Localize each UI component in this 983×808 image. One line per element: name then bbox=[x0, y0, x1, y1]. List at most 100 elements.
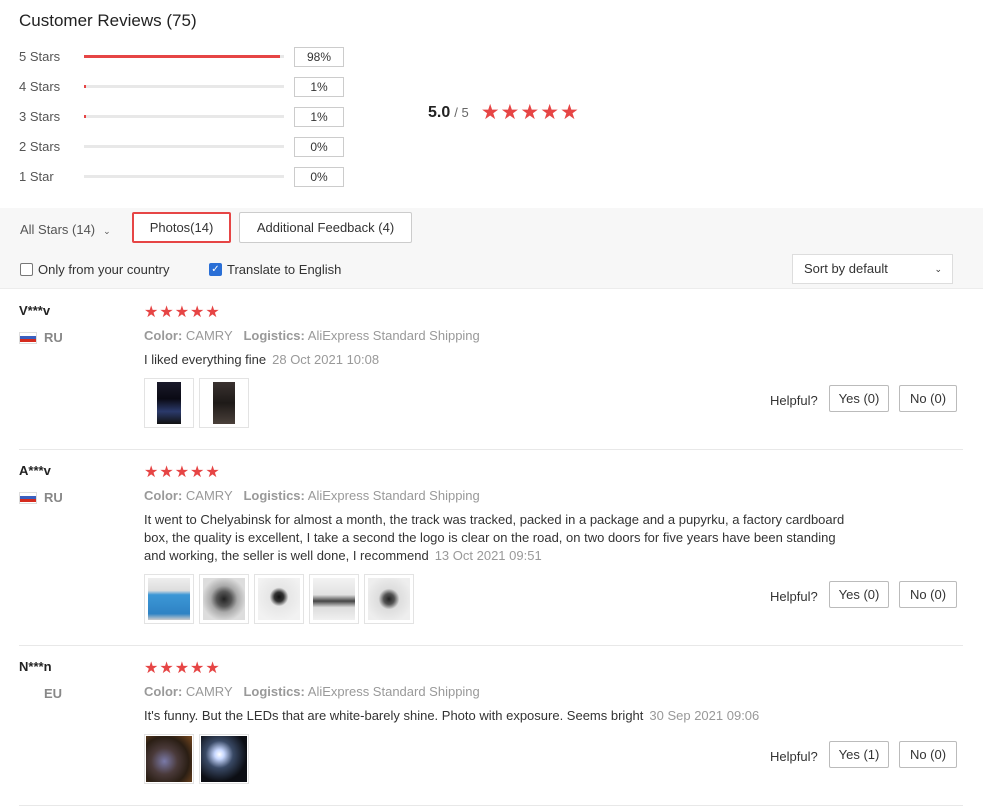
reviewer-name: A***v bbox=[19, 463, 51, 478]
rating-bar bbox=[84, 55, 284, 58]
helpful-label: Helpful? bbox=[770, 393, 818, 408]
helpful-yes-button[interactable]: Yes (0) bbox=[829, 385, 889, 412]
star-icon: ★ bbox=[144, 464, 159, 481]
rating-bar-fill bbox=[84, 55, 280, 58]
sort-label: Sort by default bbox=[804, 261, 888, 276]
helpful-no-button[interactable]: No (0) bbox=[899, 385, 957, 412]
helpful-no-button[interactable]: No (0) bbox=[899, 741, 957, 768]
star-icon: ★ bbox=[159, 660, 174, 677]
rating-row-4-stars[interactable]: 4 Stars 1% bbox=[19, 77, 359, 97]
translate-checkbox[interactable]: ✓ Translate to English bbox=[209, 262, 341, 277]
reviewer-country: RU bbox=[19, 330, 63, 345]
rating-label: 4 Stars bbox=[19, 79, 61, 94]
rating-percent: 1% bbox=[294, 107, 344, 127]
rating-bar bbox=[84, 145, 284, 148]
review-meta: Color: CAMRY Logistics: AliExpress Stand… bbox=[144, 328, 480, 343]
photos-filter-button[interactable]: Photos(14) bbox=[132, 212, 231, 243]
review-photo-thumbnail[interactable] bbox=[144, 574, 194, 624]
color-value: CAMRY bbox=[185, 684, 233, 699]
review-stars: ★★★★★ bbox=[144, 302, 221, 322]
star-icon: ★ bbox=[540, 101, 560, 124]
helpful-no-button[interactable]: No (0) bbox=[899, 581, 957, 608]
star-icon: ★ bbox=[174, 464, 190, 481]
helpful-label: Helpful? bbox=[770, 589, 818, 604]
average-stars: ★★★★★ bbox=[481, 100, 580, 125]
helpful-yes-button[interactable]: Yes (0) bbox=[829, 581, 889, 608]
review-text: It's funny. But the LEDs that are white-… bbox=[144, 707, 854, 725]
review-body: I liked everything fine bbox=[144, 352, 267, 367]
rating-percent: 0% bbox=[294, 167, 344, 187]
review-photos bbox=[144, 378, 254, 428]
star-icon: ★ bbox=[560, 101, 579, 124]
reviewer-country: RU bbox=[19, 490, 63, 505]
review-photo-thumbnail[interactable] bbox=[254, 574, 304, 624]
sort-dropdown[interactable]: Sort by default ⌄ bbox=[792, 254, 953, 284]
review-photo-thumbnail[interactable] bbox=[199, 574, 249, 624]
review-photo-thumbnail[interactable] bbox=[199, 734, 249, 784]
rating-bar-fill bbox=[84, 85, 86, 88]
russia-flag-icon bbox=[19, 491, 37, 504]
logistics-label: Logistics: bbox=[243, 488, 305, 503]
rating-percent: 98% bbox=[294, 47, 344, 67]
star-icon: ★ bbox=[480, 101, 500, 124]
review-item: V***v RU ★★★★★ Color: CAMRY Logistics: A… bbox=[0, 289, 983, 450]
rating-label: 5 Stars bbox=[19, 49, 61, 64]
checkbox-unchecked[interactable] bbox=[20, 263, 33, 276]
review-text: It went to Chelyabinsk for almost a mont… bbox=[144, 511, 854, 565]
rating-label: 1 Star bbox=[19, 169, 54, 184]
chevron-down-icon: ⌄ bbox=[934, 264, 942, 274]
country-code: RU bbox=[44, 490, 63, 505]
review-photo-thumbnail[interactable] bbox=[199, 378, 249, 428]
rating-bar bbox=[84, 175, 284, 178]
rating-bar bbox=[84, 115, 284, 118]
reviewer-name: N***n bbox=[19, 659, 52, 674]
rating-bar-fill bbox=[84, 115, 86, 118]
rating-row-1-star[interactable]: 1 Star 0% bbox=[19, 167, 359, 187]
review-photo-thumbnail[interactable] bbox=[309, 574, 359, 624]
review-date: 30 Sep 2021 09:06 bbox=[649, 708, 760, 723]
review-meta: Color: CAMRY Logistics: AliExpress Stand… bbox=[144, 684, 480, 699]
only-country-label: Only from your country bbox=[38, 262, 170, 277]
page-title: Customer Reviews (75) bbox=[19, 11, 197, 30]
rating-row-2-stars[interactable]: 2 Stars 0% bbox=[19, 137, 359, 157]
helpful-yes-button[interactable]: Yes (1) bbox=[829, 741, 889, 768]
review-photos bbox=[144, 734, 254, 784]
logistics-value: AliExpress Standard Shipping bbox=[307, 328, 480, 343]
rating-percent: 0% bbox=[294, 137, 344, 157]
average-score: 5.0 bbox=[428, 103, 451, 121]
star-icon: ★ bbox=[174, 304, 190, 321]
review-text: I liked everything fine 28 Oct 2021 10:08 bbox=[144, 351, 854, 369]
review-photo-thumbnail[interactable] bbox=[364, 574, 414, 624]
star-icon: ★ bbox=[205, 660, 220, 677]
star-icon: ★ bbox=[205, 304, 220, 321]
color-label: Color: bbox=[144, 684, 183, 699]
logistics-label: Logistics: bbox=[243, 328, 305, 343]
rating-row-5-stars[interactable]: 5 Stars 98% bbox=[19, 47, 359, 67]
review-meta: Color: CAMRY Logistics: AliExpress Stand… bbox=[144, 488, 480, 503]
all-stars-label: All Stars (14) bbox=[20, 222, 96, 237]
logistics-value: AliExpress Standard Shipping bbox=[307, 684, 480, 699]
rating-row-3-stars[interactable]: 3 Stars 1% bbox=[19, 107, 359, 127]
review-divider bbox=[19, 805, 963, 806]
star-icon: ★ bbox=[520, 101, 540, 124]
star-icon: ★ bbox=[500, 101, 520, 124]
star-icon: ★ bbox=[190, 464, 205, 481]
review-photo-thumbnail[interactable] bbox=[144, 378, 194, 428]
color-value: CAMRY bbox=[185, 328, 233, 343]
star-icon: ★ bbox=[190, 304, 205, 321]
review-stars: ★★★★★ bbox=[144, 658, 221, 678]
review-body: It's funny. But the LEDs that are white-… bbox=[144, 708, 644, 723]
additional-feedback-button[interactable]: Additional Feedback (4) bbox=[239, 212, 412, 243]
reviewer-name: V***v bbox=[19, 303, 51, 318]
color-label: Color: bbox=[144, 328, 183, 343]
only-country-checkbox[interactable]: Only from your country bbox=[20, 262, 170, 277]
all-stars-dropdown[interactable]: All Stars (14) ⌄ bbox=[20, 222, 111, 237]
review-stars: ★★★★★ bbox=[144, 462, 221, 482]
helpful-label: Helpful? bbox=[770, 749, 818, 764]
star-icon: ★ bbox=[174, 660, 190, 677]
review-photo-thumbnail[interactable] bbox=[144, 734, 194, 784]
checkbox-checked-icon[interactable]: ✓ bbox=[209, 263, 222, 276]
star-icon: ★ bbox=[159, 304, 174, 321]
average-rating: 5.0 / 5 ★★★★★ bbox=[428, 100, 580, 125]
review-date: 28 Oct 2021 10:08 bbox=[272, 352, 380, 367]
